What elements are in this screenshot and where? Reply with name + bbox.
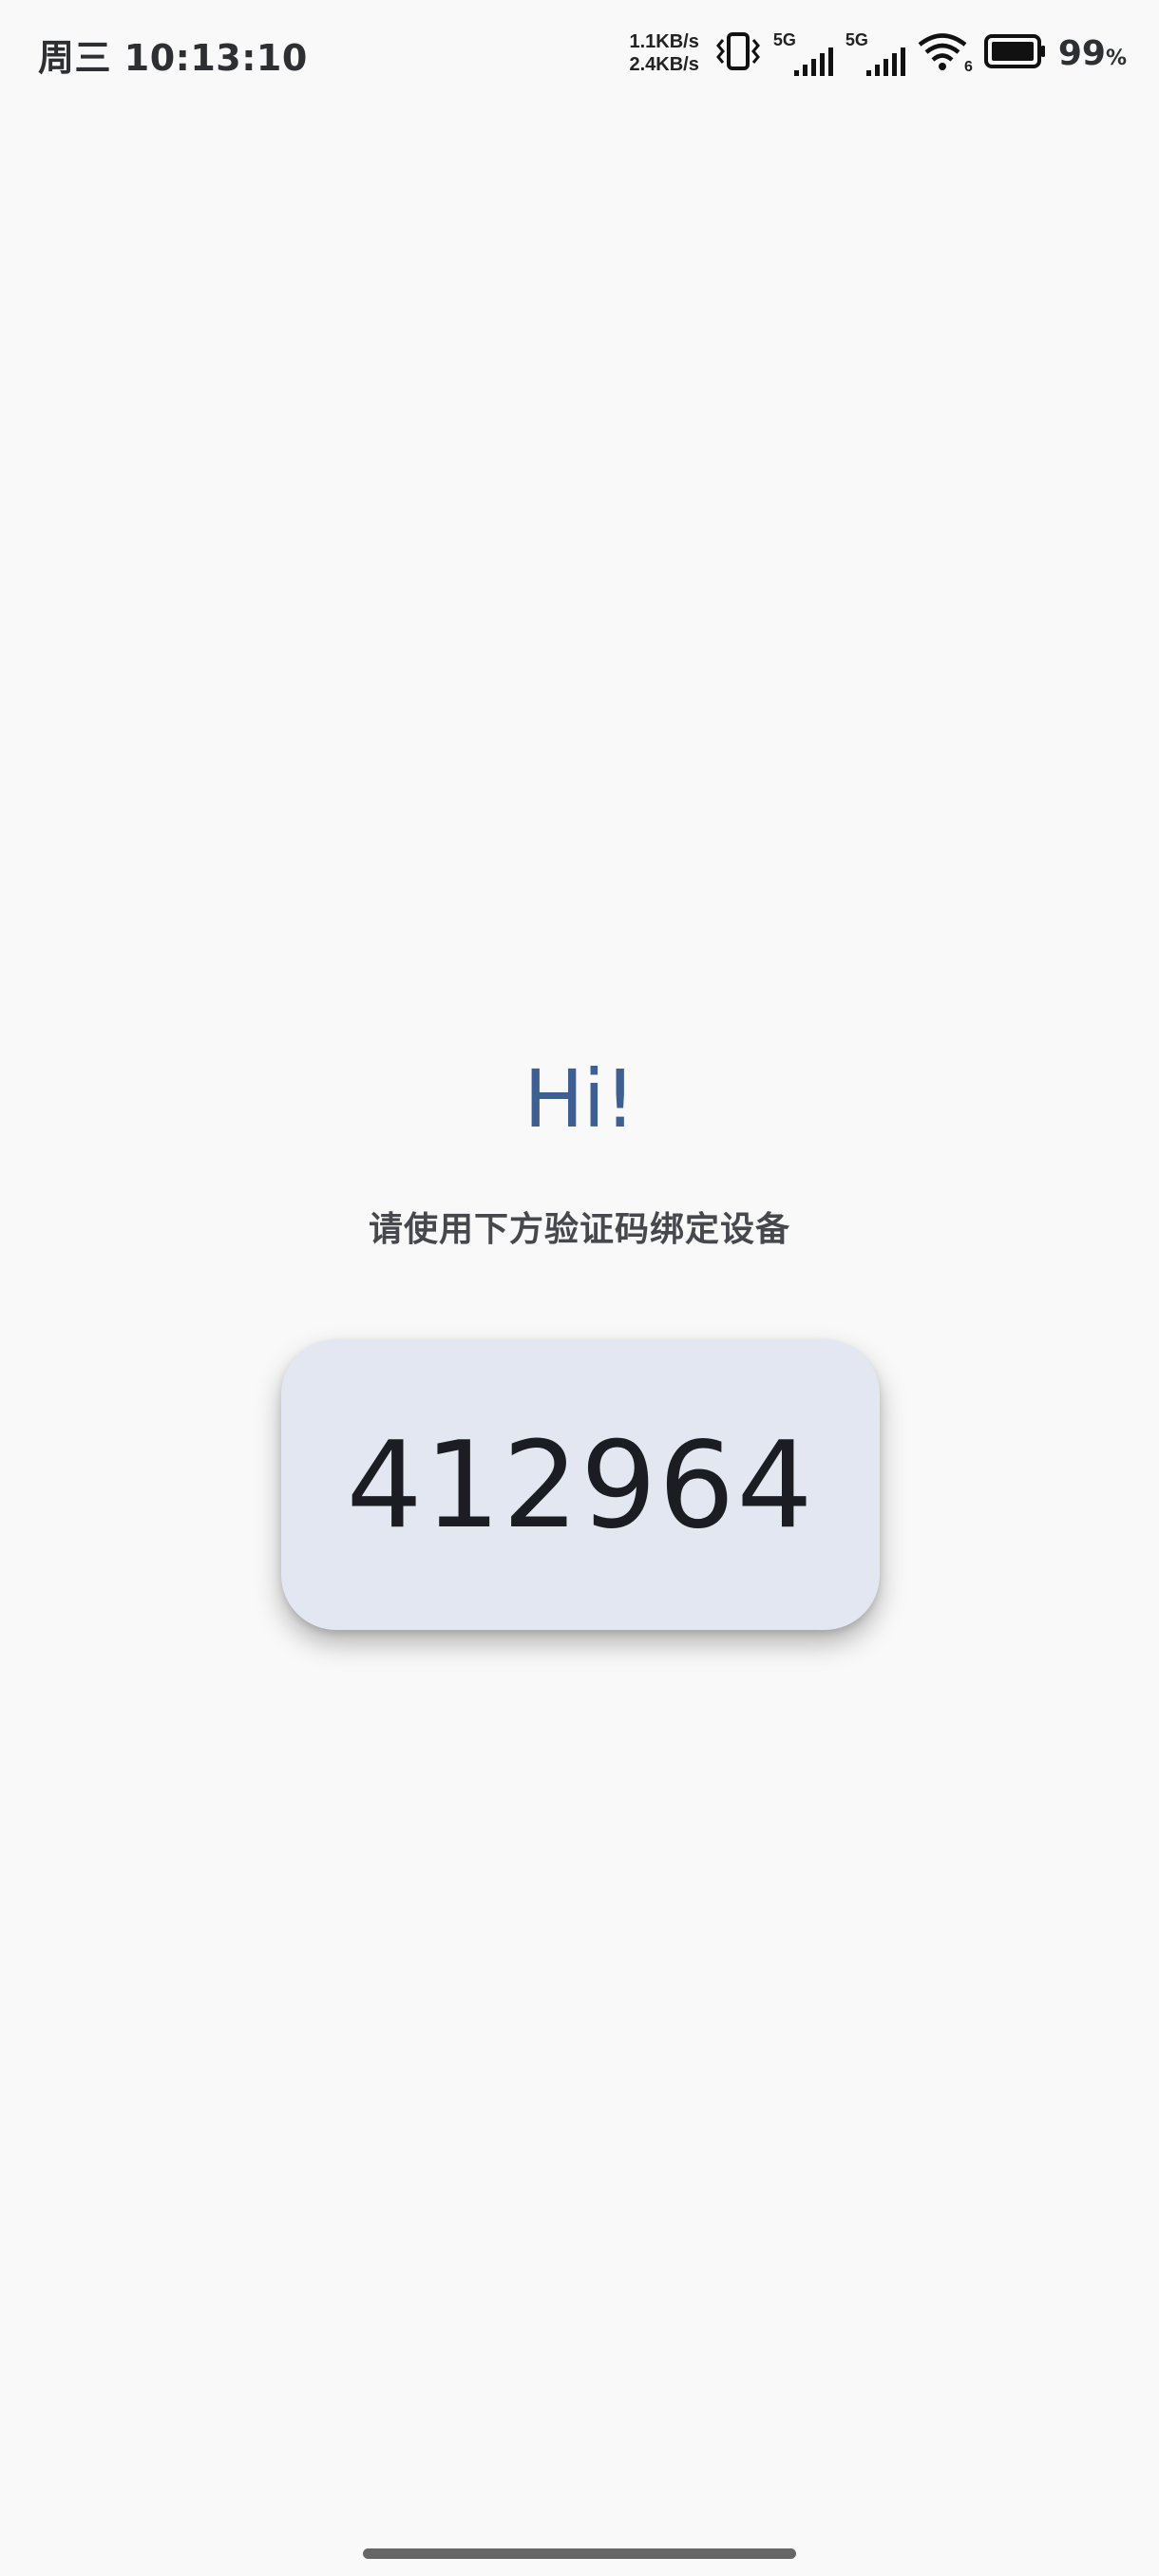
download-speed: 2.4KB/s — [629, 54, 699, 75]
status-clock: 周三 10:13:10 — [38, 28, 308, 81]
signal-icon: 5G — [773, 30, 834, 76]
status-day: 周三 — [38, 37, 112, 79]
wifi-standard-label: 6 — [963, 59, 973, 75]
battery-percentage: 99% — [1058, 34, 1127, 73]
battery-unit: % — [1105, 46, 1127, 70]
verification-code: 412964 — [346, 1414, 815, 1555]
status-icons: 1.1KB/s 2.4KB/s 5G 5G 6 99% — [629, 25, 1127, 82]
vibrate-icon — [714, 30, 762, 76]
greeting-title: Hi! — [523, 1052, 636, 1146]
battery-icon — [983, 33, 1047, 73]
wifi-icon: 6 — [918, 30, 973, 76]
upload-speed: 1.1KB/s — [629, 31, 699, 52]
battery-value: 99 — [1057, 33, 1106, 73]
status-time: 10:13:10 — [124, 37, 308, 79]
signal-icon: 5G — [846, 30, 906, 76]
status-bar: 周三 10:13:10 1.1KB/s 2.4KB/s 5G 5G 6 99% — [0, 0, 1159, 104]
home-indicator[interactable] — [363, 2548, 796, 2559]
verification-code-card[interactable]: 412964 — [281, 1339, 880, 1630]
network-speed: 1.1KB/s 2.4KB/s — [629, 30, 698, 76]
instruction-text: 请使用下方验证码绑定设备 — [368, 1210, 790, 1249]
